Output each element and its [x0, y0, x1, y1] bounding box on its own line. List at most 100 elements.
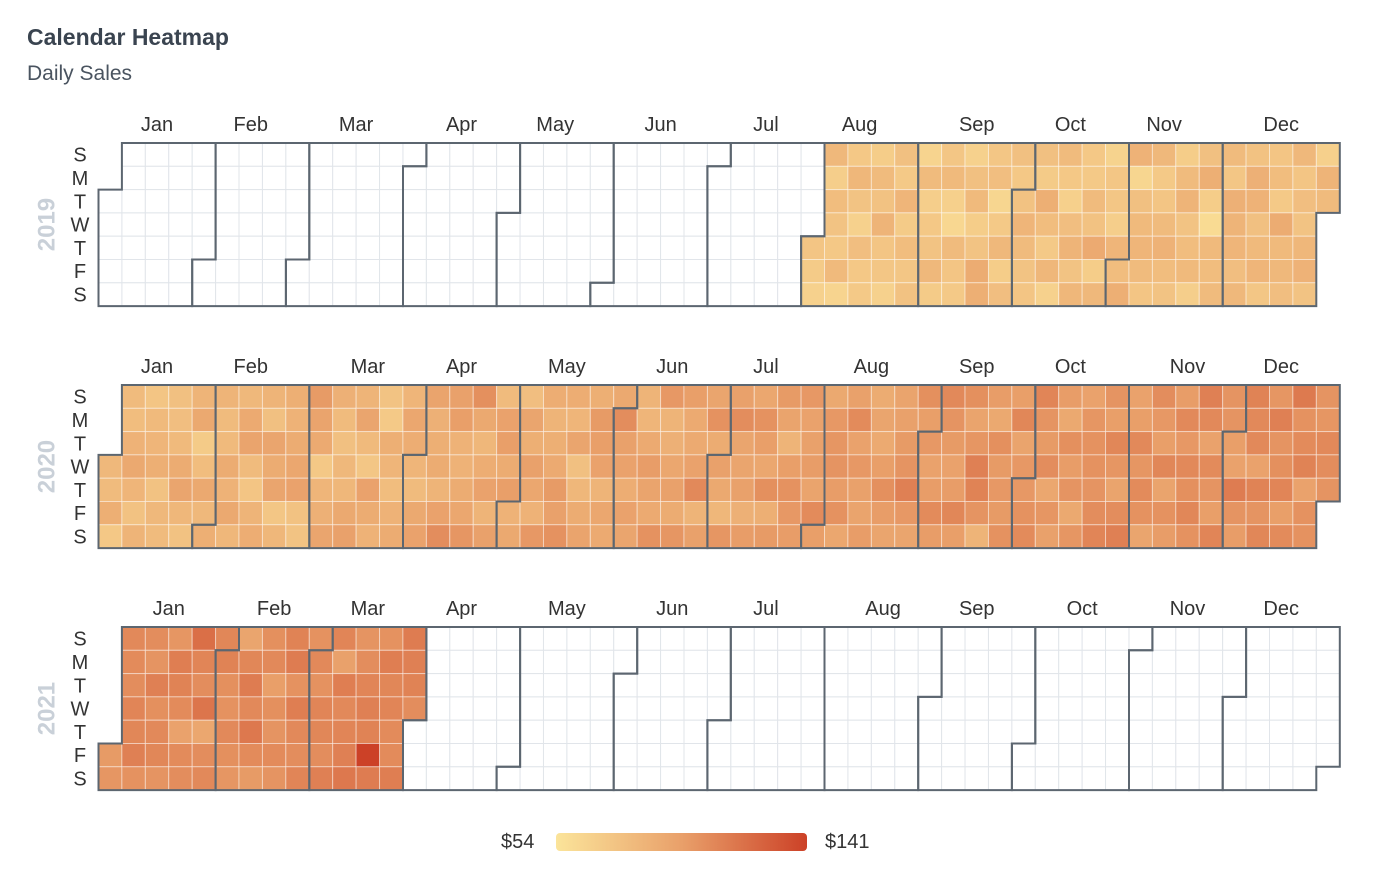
day-cell	[168, 189, 193, 214]
month-label: Sep	[959, 356, 995, 378]
day-cell	[1198, 454, 1224, 479]
day-cell	[777, 524, 802, 549]
day-cell	[894, 501, 919, 526]
day-cell	[238, 673, 263, 698]
month-label: May	[548, 598, 586, 620]
day-cell	[1151, 259, 1177, 284]
day-cell	[144, 235, 170, 260]
day-cell	[777, 259, 802, 284]
day-cell	[1058, 259, 1083, 284]
day-cell	[753, 142, 779, 167]
day-cell	[941, 212, 966, 237]
month-label: Jun	[656, 356, 688, 378]
day-cell	[1222, 189, 1247, 214]
day-cell	[1058, 454, 1083, 479]
day-cell	[636, 477, 662, 503]
day-cell	[613, 766, 638, 791]
day-cell	[917, 743, 943, 768]
day-cell	[285, 282, 310, 307]
day-cell	[589, 384, 615, 409]
month-label: Aug	[854, 356, 890, 378]
day-cell	[894, 673, 919, 698]
day-cell	[636, 649, 662, 675]
day-cell	[566, 696, 591, 721]
day-cell	[800, 454, 826, 479]
day-cell	[1128, 649, 1153, 675]
day-cell	[753, 501, 779, 526]
day-cell	[191, 235, 217, 260]
day-cell	[308, 431, 334, 456]
day-cell	[168, 282, 193, 307]
day-cell	[542, 212, 568, 237]
day-cell	[1222, 524, 1247, 549]
day-cell	[496, 454, 521, 479]
day-cell	[1222, 673, 1247, 698]
day-cell	[987, 384, 1013, 409]
day-cell	[1292, 477, 1317, 503]
day-cell	[1011, 212, 1036, 237]
month-label: Mar	[339, 114, 374, 136]
day-cell	[355, 501, 381, 526]
day-cell	[472, 407, 498, 433]
day-cell	[144, 649, 170, 675]
day-cell	[566, 165, 591, 191]
day-cell	[238, 282, 263, 307]
day-cell	[144, 212, 170, 237]
day-cell	[1011, 384, 1036, 409]
day-cell	[1245, 235, 1270, 260]
day-cell	[917, 696, 943, 721]
day-cell	[613, 673, 638, 698]
day-cell	[472, 501, 498, 526]
day-cell	[496, 626, 521, 651]
day-cell	[753, 477, 779, 503]
day-cell	[542, 649, 568, 675]
day-cell	[496, 649, 521, 675]
day-cell	[1151, 384, 1177, 409]
day-cell	[1269, 501, 1294, 526]
day-cell	[332, 212, 357, 237]
day-cell	[941, 165, 966, 191]
calendar-heatmap: 2019SMTWTFSJan Feb Mar Apr May Jun Jul Aug Sep Oc…	[33, 114, 1341, 792]
day-cell	[519, 626, 544, 651]
day-cell	[987, 212, 1013, 237]
legend-max-label: $141	[825, 831, 870, 853]
day-cell	[613, 259, 638, 284]
day-cell	[285, 696, 310, 721]
day-cell	[308, 235, 334, 260]
day-cell	[683, 766, 708, 791]
day-cell	[1292, 743, 1317, 768]
day-cell	[824, 501, 849, 526]
day-cell	[566, 477, 591, 503]
day-cell	[1198, 431, 1224, 456]
day-cell	[987, 649, 1013, 675]
day-cell	[402, 649, 427, 675]
day-cell	[870, 165, 896, 191]
day-cell	[496, 477, 521, 503]
day-cell	[1222, 743, 1247, 768]
day-cell	[98, 282, 123, 307]
day-cell	[1105, 212, 1130, 237]
day-cell	[683, 165, 708, 191]
day-cell	[379, 431, 404, 456]
day-cell	[215, 165, 240, 191]
day-cell	[1269, 282, 1294, 307]
day-cell	[1269, 431, 1294, 456]
day-cell	[191, 719, 217, 745]
day-cell	[636, 142, 662, 167]
day-cell	[1128, 673, 1153, 698]
day-cell	[1105, 719, 1130, 745]
day-cell	[777, 189, 802, 214]
day-cell	[1058, 743, 1083, 768]
day-cell	[964, 477, 989, 503]
day-cell	[613, 235, 638, 260]
day-cell	[1151, 407, 1177, 433]
day-cell	[121, 524, 146, 549]
day-cell	[261, 384, 287, 409]
day-cell	[519, 673, 544, 698]
month-label: Jun	[656, 598, 688, 620]
day-cell	[425, 165, 451, 191]
day-cell	[472, 477, 498, 503]
day-cell	[941, 235, 966, 260]
day-cell	[753, 235, 779, 260]
day-cell	[847, 407, 872, 433]
